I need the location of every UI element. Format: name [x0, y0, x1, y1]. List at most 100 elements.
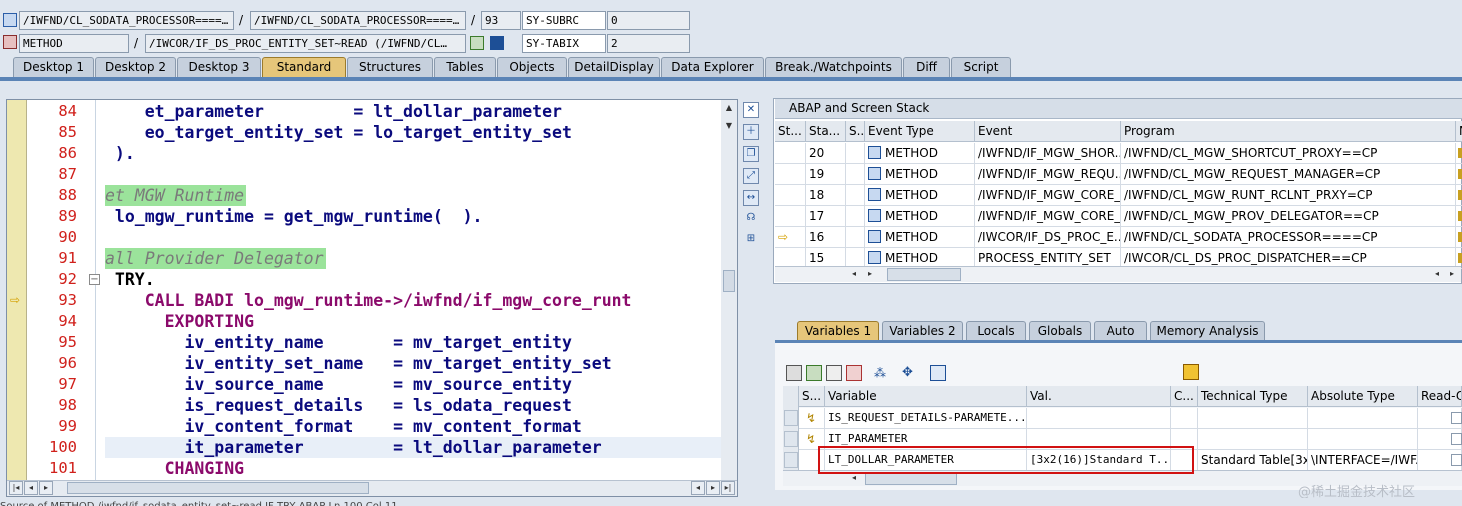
var-col-header[interactable]: Val. — [1027, 386, 1171, 407]
hscroll-thumb[interactable] — [67, 482, 369, 494]
collapse-icon[interactable]: − — [89, 274, 100, 285]
stack-col-header[interactable]: N — [1456, 121, 1462, 142]
row-selector[interactable] — [784, 410, 798, 426]
scroll-left-icon[interactable]: ◂ — [691, 481, 705, 495]
var-col-header[interactable]: C... — [1171, 386, 1198, 407]
code-line[interactable]: TRY. — [105, 269, 155, 290]
code-line[interactable]: iv_source_name = mv_source_entity — [105, 374, 571, 395]
var-tab-variables-2[interactable]: Variables 2 — [882, 321, 963, 341]
include-field[interactable]: /IWFND/CL_SODATA_PROCESSOR====… — [250, 11, 466, 30]
tab-script[interactable]: Script — [951, 57, 1011, 77]
display-object-icon[interactable] — [470, 36, 484, 50]
navigate-icon[interactable] — [1458, 211, 1462, 221]
tree-icon[interactable]: ⊞ — [743, 232, 759, 248]
readonly-checkbox[interactable] — [1451, 412, 1462, 424]
stack-col-header[interactable]: Event — [975, 121, 1121, 142]
var-tab-globals[interactable]: Globals — [1029, 321, 1091, 341]
sysval-field-1[interactable]: 0 — [607, 11, 690, 30]
event-field[interactable]: /IWCOR/IF_DS_PROC_ENTITY_SET~READ (/IWFN… — [145, 34, 466, 53]
code-line[interactable]: lo_mgw_runtime = get_mgw_runtime( ). — [105, 206, 483, 227]
tab-structures[interactable]: Structures — [347, 57, 433, 77]
tab-objects[interactable]: Objects — [497, 57, 567, 77]
scroll-left-icon[interactable]: ◂ — [24, 481, 38, 495]
resize-icon[interactable]: ↔ — [743, 190, 759, 206]
source-code-editor[interactable]: 84 et_parameter = lt_dollar_parameter 85 … — [6, 99, 738, 497]
navigate-icon[interactable] — [1458, 148, 1462, 158]
row-selector[interactable] — [784, 431, 798, 447]
hierarchy-icon[interactable]: ⁂ — [874, 365, 890, 381]
delete-icon[interactable] — [786, 365, 802, 381]
tab-data-explorer[interactable]: Data Explorer — [661, 57, 764, 77]
sysval-field-2[interactable]: 2 — [607, 34, 690, 53]
save-variant-icon[interactable] — [846, 365, 862, 381]
code-line[interactable]: CALL BADI lo_mgw_runtime->/iwfnd/if_mgw_… — [105, 290, 632, 311]
scroll-down-icon[interactable]: ▼ — [722, 120, 736, 134]
code-line[interactable]: iv_content_format = mv_content_format — [105, 416, 581, 437]
move-icon[interactable]: ✥ — [902, 365, 918, 381]
var-tab-memory-analysis[interactable]: Memory Analysis — [1150, 321, 1265, 341]
var-name-cell[interactable]: IS_REQUEST_DETAILS-PARAMETE... — [825, 408, 1027, 429]
code-line[interactable]: all Provider Delegator — [105, 248, 326, 269]
var-col-header[interactable]: Technical Type — [1198, 386, 1308, 407]
var-tab-locals[interactable]: Locals — [966, 321, 1026, 341]
code-line[interactable]: eo_target_entity_set = lo_target_entity_… — [105, 122, 572, 143]
scroll-last-icon[interactable]: ▸| — [721, 481, 735, 495]
row-selector[interactable] — [784, 452, 798, 468]
tab-tables[interactable]: Tables — [434, 57, 496, 77]
select-all-icon[interactable] — [806, 365, 822, 381]
stack-col-header[interactable]: S... — [846, 121, 865, 142]
tab-diff[interactable]: Diff — [903, 57, 950, 77]
breakpoint-gutter[interactable] — [7, 100, 27, 480]
save-icon[interactable] — [1183, 364, 1199, 380]
scroll-right-icon[interactable]: ▸ — [706, 481, 720, 495]
readonly-checkbox[interactable] — [1451, 433, 1462, 445]
new-window-icon[interactable]: ＋ — [743, 124, 759, 140]
scroll-first-icon[interactable]: |◂ — [9, 481, 23, 495]
code-line[interactable]: ). — [105, 143, 135, 164]
stack-col-header[interactable]: St... — [775, 121, 806, 142]
editor-hscrollbar[interactable]: |◂ ◂ ▸ ◂ ▸ ▸| — [7, 480, 737, 496]
info-icon[interactable] — [490, 36, 504, 50]
readonly-checkbox[interactable] — [1451, 454, 1462, 466]
code-line[interactable]: CHANGING — [105, 458, 244, 479]
scroll-left-icon[interactable]: ◂ — [847, 472, 861, 486]
vscroll-thumb[interactable] — [723, 270, 735, 292]
scroll-right-icon[interactable]: ▸ — [863, 268, 877, 282]
code-line[interactable]: et_parameter = lt_dollar_parameter — [105, 101, 562, 122]
copy-icon[interactable]: ❐ — [743, 146, 759, 162]
code-line[interactable]: EXPORTING — [105, 311, 254, 332]
var-col-header[interactable]: Read-O — [1418, 386, 1462, 407]
scroll-left-icon[interactable]: ◂ — [1430, 268, 1444, 282]
code-line[interactable]: iv_entity_name = mv_target_entity — [105, 332, 571, 353]
sysvar-field-1[interactable]: SY-SUBRC — [522, 11, 606, 30]
stack-col-header[interactable]: Sta... — [806, 121, 846, 142]
scroll-up-icon[interactable]: ▲ — [722, 102, 736, 116]
stack-hscrollbar[interactable]: ◂ ▸ ◂ ▸ — [775, 266, 1461, 282]
editor-vscrollbar[interactable]: ▲ ▼ — [721, 100, 737, 480]
tab-standard[interactable]: Standard — [262, 57, 346, 77]
var-tab-auto[interactable]: Auto — [1094, 321, 1147, 341]
navigate-icon[interactable] — [1458, 190, 1462, 200]
tab-detaildisplay[interactable]: DetailDisplay — [568, 57, 660, 77]
code-line[interactable]: et MGW Runtime — [105, 185, 247, 206]
headset-icon[interactable]: ☊ — [743, 211, 759, 227]
tab-desktop-2[interactable]: Desktop 2 — [95, 57, 176, 77]
scroll-left-icon[interactable]: ◂ — [847, 268, 861, 282]
navigate-icon[interactable] — [1458, 232, 1462, 242]
tab-desktop-1[interactable]: Desktop 1 — [13, 57, 94, 77]
close-icon[interactable]: ✕ — [743, 102, 759, 118]
line-field[interactable]: 93 — [481, 11, 521, 30]
event-type-field[interactable]: METHOD — [19, 34, 129, 53]
stack-col-header[interactable]: Event Type — [865, 121, 975, 142]
deselect-icon[interactable] — [826, 365, 842, 381]
stack-col-header[interactable]: Program — [1121, 121, 1456, 142]
var-col-header[interactable]: S... — [799, 386, 825, 407]
var-col-header[interactable]: Absolute Type — [1308, 386, 1418, 407]
code-line[interactable]: iv_entity_set_name = mv_target_entity_se… — [105, 353, 611, 374]
navigate-icon[interactable] — [1458, 253, 1462, 263]
scroll-right-icon[interactable]: ▸ — [1445, 268, 1459, 282]
tab-break-watchpoints[interactable]: Break./Watchpoints — [765, 57, 902, 77]
hscroll-thumb[interactable] — [887, 268, 961, 281]
scroll-right-icon[interactable]: ▸ — [39, 481, 53, 495]
window-icon[interactable] — [930, 365, 946, 381]
